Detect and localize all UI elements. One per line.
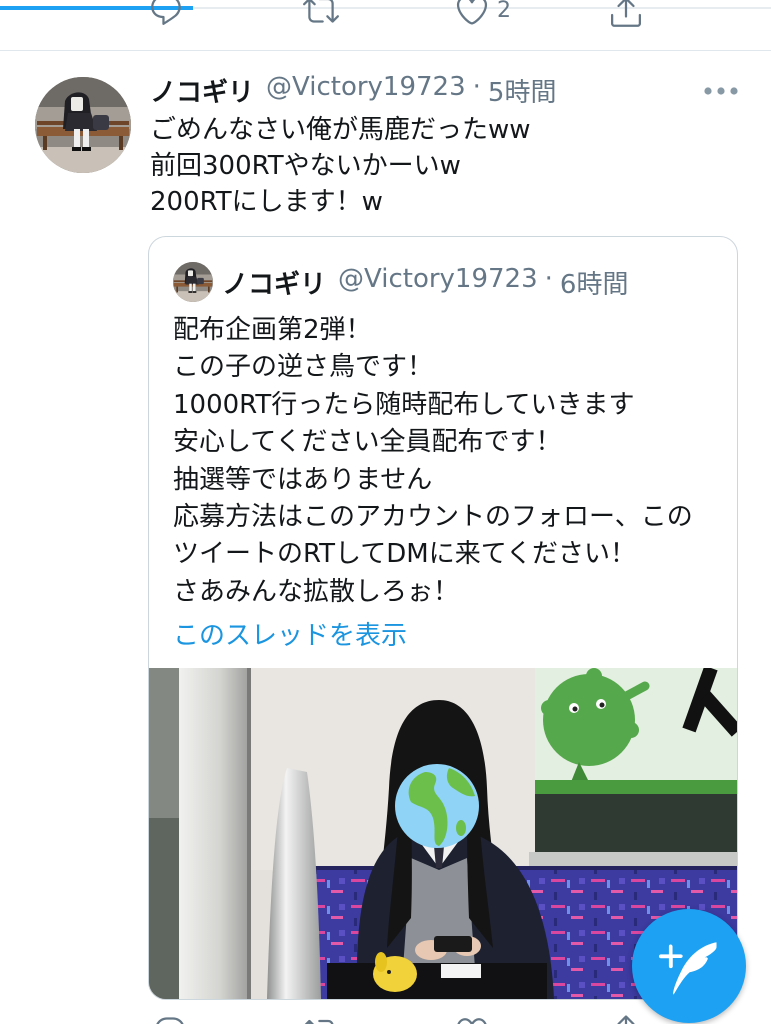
heart-icon[interactable] xyxy=(454,1014,490,1024)
separator: · xyxy=(544,263,553,294)
tweet-header: ノコギリ @Victory19723 · 5時間 xyxy=(150,72,556,108)
quoted-line: ツイートのRTしてDMに来てください！ xyxy=(173,539,636,570)
reply-icon[interactable] xyxy=(148,0,184,28)
quoted-header: ノコギリ @Victory19723 · 6時間 xyxy=(222,264,628,301)
quoted-author-name[interactable]: ノコギリ xyxy=(222,264,326,301)
more-icon[interactable] xyxy=(700,80,742,102)
quoted-timestamp[interactable]: 6時間 xyxy=(560,264,629,301)
heart-icon[interactable] xyxy=(454,0,490,28)
quoted-line: この子の逆さ鳥です！ xyxy=(173,352,434,383)
compose-tweet-icon xyxy=(659,937,717,995)
next-tweet-actions xyxy=(0,1012,771,1024)
share-icon[interactable] xyxy=(608,1012,644,1024)
quoted-avatar[interactable] xyxy=(173,262,213,302)
tweet-line: 前回300RTやないかーいw xyxy=(150,151,461,181)
quoted-tweet[interactable]: ノコギリ @Victory19723 · 6時間 配布企画第2弾！ この子の逆さ… xyxy=(148,236,738,1000)
like-count: 2 xyxy=(497,0,511,23)
globe-icon xyxy=(395,764,479,848)
tweet-text: ごめんなさい俺が馬鹿だったww 前回300RTやないかーいw 200RTにします… xyxy=(150,112,531,220)
avatar[interactable] xyxy=(35,77,131,173)
share-icon[interactable] xyxy=(608,0,644,30)
author-name[interactable]: ノコギリ xyxy=(150,72,254,109)
quoted-line: 安心してください全員配布です！ xyxy=(173,427,562,458)
quoted-handle-and-time: @Victory19723 · 6時間 xyxy=(338,264,628,301)
compose-tweet-button[interactable] xyxy=(632,909,746,1023)
timestamp[interactable]: 5時間 xyxy=(488,72,557,109)
separator: · xyxy=(472,71,481,102)
quoted-line: 配布企画第2弾！ xyxy=(173,315,372,345)
tweet-line: ごめんなさい俺が馬鹿だったww xyxy=(150,115,531,145)
quoted-line: 応募方法はこのアカウントのフォロー、この xyxy=(173,501,693,532)
tweet-divider xyxy=(0,50,771,51)
show-thread-link[interactable]: このスレッドを表示 xyxy=(173,618,407,655)
retweet-icon[interactable] xyxy=(303,1014,339,1024)
quoted-tweet-text: 配布企画第2弾！ この子の逆さ鳥です！ 1000RT行ったら随時配布していきます… xyxy=(173,312,693,611)
quoted-line: 抽選等ではありません xyxy=(173,464,433,495)
quoted-line: さあみんな拡散しろぉ！ xyxy=(173,576,460,607)
quoted-author-handle[interactable]: @Victory19723 xyxy=(338,264,538,301)
reply-icon[interactable] xyxy=(152,1014,188,1024)
retweet-icon[interactable] xyxy=(303,0,339,28)
tweet-line: 200RTにします！w xyxy=(150,187,383,217)
quoted-line: 1000RT行ったら随時配布していきます xyxy=(173,389,635,420)
author-handle[interactable]: @Victory19723 xyxy=(266,72,466,109)
handle-and-time: @Victory19723 · 5時間 xyxy=(266,72,556,109)
